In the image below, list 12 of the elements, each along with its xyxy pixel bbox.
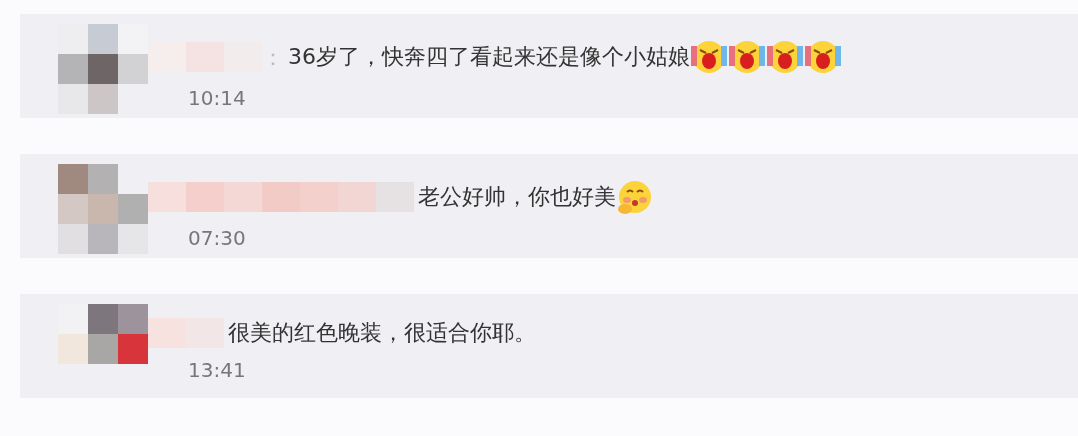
laughing-crying-emoji-icon: [690, 38, 728, 76]
comment-time: 10:14: [188, 86, 247, 110]
comment-text: 很美的红色晚装，很适合你耶。: [228, 319, 536, 347]
comment-text: 36岁了，快奔四了看起来还是像个小姑娘: [288, 43, 690, 71]
colon: ：: [262, 43, 284, 72]
comment-time: 13:41: [188, 358, 247, 382]
laughing-crying-emoji-icon: [804, 38, 842, 76]
laughing-crying-emoji-icon: [766, 38, 804, 76]
blushing-emoji-icon: [616, 178, 654, 216]
comment-time: 07:30: [188, 226, 247, 250]
comment-text: 老公好帅，你也好美: [418, 183, 616, 211]
laughing-crying-emoji-icon: [728, 38, 766, 76]
